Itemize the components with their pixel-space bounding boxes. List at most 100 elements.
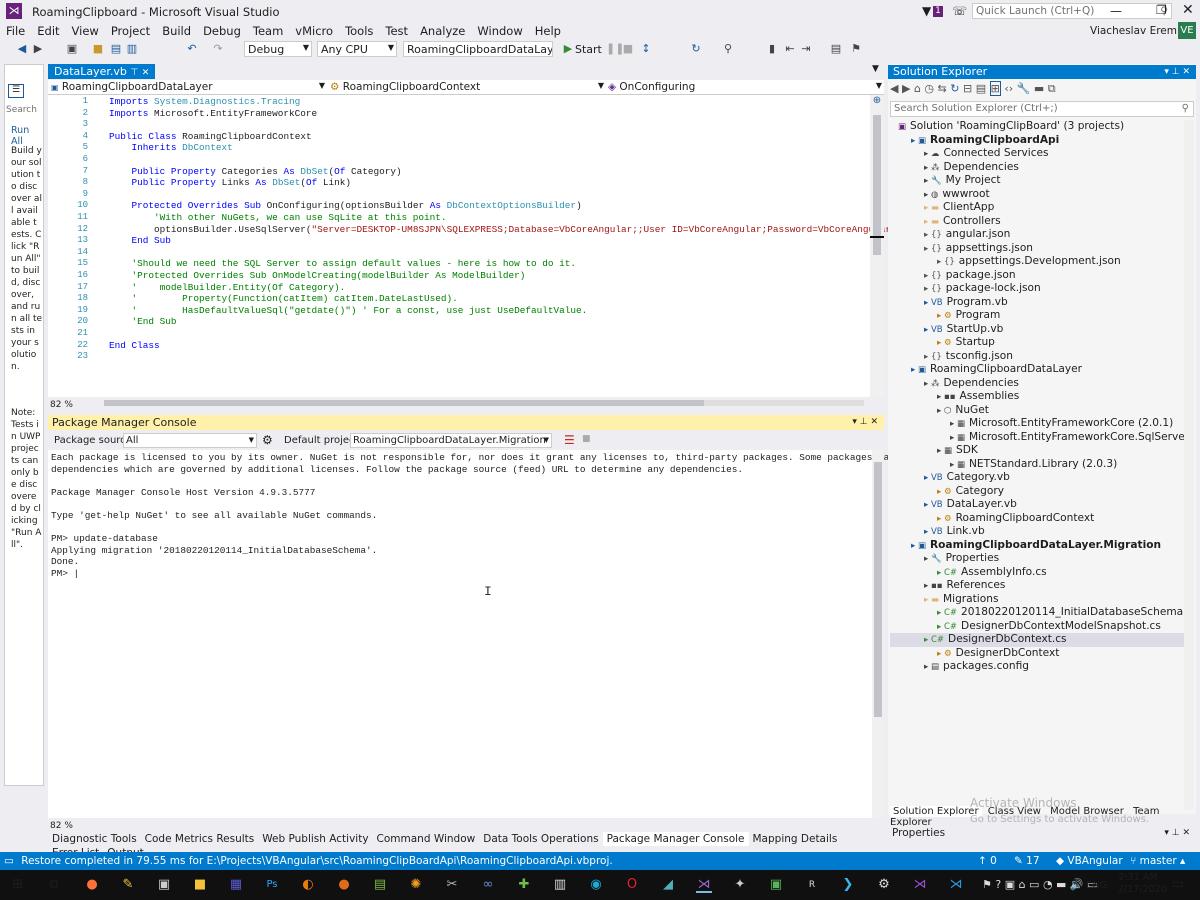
tab-data-tools[interactable]: Data Tools Operations: [479, 832, 602, 846]
tree-item[interactable]: ▸ {} package.json: [924, 269, 1184, 283]
tab-diagnostic-tools[interactable]: Diagnostic Tools: [48, 832, 141, 846]
sync-icon[interactable]: ⇆: [938, 82, 947, 95]
nav-class-select[interactable]: ⚙ RoamingClipboardContext ▼: [330, 81, 604, 93]
close-button[interactable]: ✕: [1182, 2, 1194, 18]
app-icon-teal[interactable]: ◢: [660, 877, 676, 893]
blender-icon[interactable]: ◐: [300, 877, 316, 893]
platform-select[interactable]: Any CPU ▼: [317, 41, 397, 57]
tree-item[interactable]: ▸ {} package-lock.json: [924, 282, 1184, 296]
tree-item[interactable]: ▸ C# AssemblyInfo.cs: [937, 566, 1184, 580]
puzzle-icon[interactable]: ✚: [516, 877, 532, 893]
menu-vmicro[interactable]: vMicro: [289, 22, 339, 40]
settings-gear-icon[interactable]: ⚙: [262, 433, 273, 447]
pmc-window-controls[interactable]: ▾ ⊥ ✕: [852, 415, 878, 430]
browser-icon[interactable]: ◉: [588, 877, 604, 893]
menu-debug[interactable]: Debug: [197, 22, 247, 40]
refresh-icon[interactable]: ↻: [690, 43, 702, 55]
calendar-app-icon[interactable]: ▦: [228, 877, 244, 893]
bookmark-next-icon[interactable]: ⇥: [800, 43, 812, 55]
link-icon[interactable]: ∞: [480, 877, 496, 893]
save-icon[interactable]: ▤: [110, 43, 122, 55]
preview-icon[interactable]: ▬: [1034, 82, 1044, 95]
scroll-thumb[interactable]: [104, 400, 704, 406]
window-controls[interactable]: ▾ ⊥ ✕: [1164, 826, 1190, 841]
tree-item[interactable]: ▸ C# DesignerDbContextModelSnapshot.cs: [937, 620, 1184, 634]
task-view-icon[interactable]: ⧉: [46, 877, 62, 893]
pause-icon[interactable]: ❚❚: [606, 43, 624, 55]
tree-item[interactable]: ▸ ⚙ Program: [937, 309, 1184, 323]
redo-icon[interactable]: ↷: [212, 43, 224, 55]
menu-team[interactable]: Team: [247, 22, 289, 40]
configuration-select[interactable]: Debug ▼: [244, 41, 312, 57]
language-indicator[interactable]: ENG: [1086, 880, 1108, 891]
visual-studio-icon[interactable]: ⋊: [696, 877, 712, 893]
app-icon-gray[interactable]: ✦: [732, 877, 748, 893]
system-tray-icons[interactable]: ⚑ ? ▣ ⌂ ▭ ◔ ▬ 🔊 ▭: [982, 878, 1098, 891]
tree-item[interactable]: ▸ ▬ ClientApp: [924, 201, 1184, 215]
step-icon[interactable]: ↕: [640, 43, 652, 55]
tree-item[interactable]: ▸ ⚙ Category: [937, 485, 1184, 499]
tree-item[interactable]: ▸ ⁂ Dependencies: [924, 377, 1184, 391]
branch-indicator[interactable]: ⑂ master ▴: [1130, 852, 1185, 870]
nav-project-select[interactable]: ▣ RoamingClipboardDataLayer ▼: [51, 81, 325, 93]
back-icon[interactable]: ◀: [890, 82, 898, 95]
nav-member-select[interactable]: ◈ OnConfiguring ▼: [608, 81, 882, 93]
run-all-link[interactable]: Run All: [11, 125, 43, 147]
package-source-select[interactable]: All ▼: [123, 433, 257, 448]
tree-item[interactable]: ▸ ▦ Microsoft.EntityFrameworkCore (2.0.1): [950, 417, 1184, 431]
tree-item[interactable]: ▸ {} tsconfig.json: [924, 350, 1184, 364]
tree-item[interactable]: ▸ ▦ NETStandard.Library (2.0.3): [950, 458, 1184, 472]
publish-up-indicator[interactable]: ↑ 0: [978, 852, 997, 870]
code-editor[interactable]: 1 Imports System.Diagnostics.Tracing 2 Impo…: [48, 95, 914, 397]
firefox-icon[interactable]: ●: [84, 877, 100, 893]
menu-build[interactable]: Build: [156, 22, 197, 40]
undo-icon[interactable]: ↶: [186, 43, 198, 55]
tree-item[interactable]: ▸ VB Program.vb: [924, 296, 1184, 310]
history-icon[interactable]: ◷: [924, 82, 934, 95]
repository-indicator[interactable]: ◆ VBAngular: [1056, 852, 1123, 870]
bookmark-icon[interactable]: ▮: [766, 43, 778, 55]
notepad-icon[interactable]: ▤: [372, 877, 388, 893]
tools-icon[interactable]: ✂: [444, 877, 460, 893]
tab-code-metrics[interactable]: Code Metrics Results: [141, 832, 259, 846]
refresh-icon[interactable]: ↻: [950, 82, 959, 95]
quick-launch-input[interactable]: Quick Launch (Ctrl+Q) ⚲: [972, 3, 1172, 19]
tree-item[interactable]: ▸ ⚙ DesignerDbContext: [937, 647, 1184, 661]
user-name[interactable]: Viacheslav Eremin: [1090, 25, 1187, 37]
menu-edit[interactable]: Edit: [31, 22, 65, 40]
windows-start-icon[interactable]: ⊞: [10, 877, 26, 893]
file-explorer-icon[interactable]: ■: [192, 877, 208, 893]
clear-console-icon[interactable]: ☰: [564, 433, 575, 447]
close-icon[interactable]: ✕: [142, 68, 150, 78]
settings-gear-icon[interactable]: ⚙: [876, 877, 892, 893]
tree-item[interactable]: ▸ {} angular.json: [924, 228, 1184, 242]
bookmark-nav-icon[interactable]: ⇤: [784, 43, 796, 55]
comment-icon[interactable]: ▤: [830, 43, 842, 55]
flutter-icon[interactable]: ❯: [840, 877, 856, 893]
tree-item[interactable]: ▣ Solution 'RoamingClipBoard' (3 projects…: [898, 120, 1184, 134]
tree-item[interactable]: ▸ ◍ wwwroot: [924, 188, 1184, 202]
opera-icon[interactable]: O: [624, 877, 640, 893]
pmc-vertical-scrollbar[interactable]: [872, 450, 884, 818]
start-button[interactable]: Start: [575, 43, 602, 56]
menu-analyze[interactable]: Analyze: [414, 22, 471, 40]
tree-item[interactable]: ▸ 🔧 Properties: [924, 552, 1184, 566]
tree-item[interactable]: ▸ C# DesignerDbContext.cs: [890, 633, 1184, 647]
new-view-icon[interactable]: ⧉: [1048, 82, 1056, 95]
pin-icon[interactable]: ⊤: [130, 68, 138, 78]
tab-web-publish[interactable]: Web Publish Activity: [258, 832, 372, 846]
menu-view[interactable]: View: [66, 22, 105, 40]
tree-item[interactable]: ▸ VB Category.vb: [924, 471, 1184, 485]
collapse-icon[interactable]: ⊟: [963, 82, 972, 95]
tool-icon[interactable]: ✺: [408, 877, 424, 893]
rider-icon[interactable]: R: [804, 877, 820, 893]
solution-search-input[interactable]: Search Solution Explorer (Ctrl+;) ⚲: [890, 101, 1194, 117]
minimize-button[interactable]: —: [1110, 4, 1122, 18]
flag-icon[interactable]: ⚑: [850, 43, 862, 55]
tree-item[interactable]: ▸ ▬ Migrations: [924, 593, 1184, 607]
tree-item[interactable]: ▸ VB StartUp.vb: [924, 323, 1184, 337]
notifications-icon[interactable]: ▭: [1170, 877, 1186, 893]
tab-datalayer-vb[interactable]: DataLayer.vb ⊤ ✕: [48, 64, 156, 79]
tree-item[interactable]: ▸ ⚙ RoamingClipboardContext: [937, 512, 1184, 526]
menu-help[interactable]: Help: [529, 22, 567, 40]
